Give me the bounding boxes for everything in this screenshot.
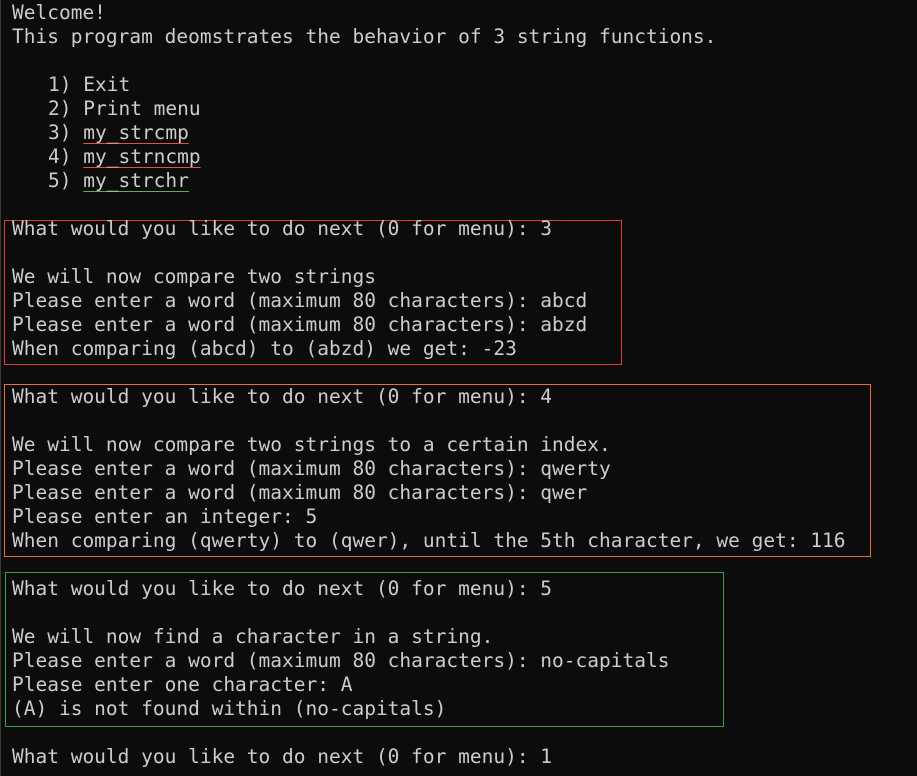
strncmp-prompt-line: What would you like to do next (0 for me…: [12, 385, 553, 408]
strchr-result-line: (A) is not found within (no-capitals): [12, 697, 447, 720]
menu-item-number: 4): [48, 145, 72, 168]
menu-item-my-strncmp: 4) my_strncmp: [48, 145, 201, 169]
program-description: This program deomstrates the behavior of…: [12, 25, 717, 48]
menu-item-my-strchr: 5) my_strchr: [48, 169, 189, 193]
strcmp-result-line: When comparing (abcd) to (abzd) we get: …: [12, 337, 517, 360]
strcmp-input-line-2: Please enter a word (maximum 80 characte…: [12, 313, 588, 336]
menu-item-my-strcmp: 3) my_strcmp: [48, 121, 189, 145]
welcome-text: Welcome!: [12, 1, 106, 24]
strchr-input-line: Please enter a word (maximum 80 characte…: [12, 649, 670, 672]
strchr-intro-line: We will now find a character in a string…: [12, 625, 494, 648]
strncmp-input-line-1: Please enter a word (maximum 80 characte…: [12, 457, 611, 480]
final-prompt-line: What would you like to do next (0 for me…: [12, 745, 553, 768]
strcmp-input-line-1: Please enter a word (maximum 80 characte…: [12, 289, 588, 312]
strcmp-prompt-line: What would you like to do next (0 for me…: [12, 217, 553, 240]
menu-item-number: 5): [48, 169, 72, 192]
strncmp-input-line-2: Please enter a word (maximum 80 characte…: [12, 481, 588, 504]
strcmp-intro-line: We will now compare two strings: [12, 265, 376, 288]
menu-item-number: 3): [48, 121, 72, 144]
menu-item-number: 1): [48, 73, 72, 96]
strncmp-intro-line: We will now compare two strings to a cer…: [12, 433, 611, 456]
menu-item-label: Exit: [83, 73, 131, 96]
menu-item-label: my_strncmp: [83, 145, 201, 168]
strncmp-integer-line: Please enter an integer: 5: [12, 505, 318, 528]
strchr-character-line: Please enter one character: A: [12, 673, 353, 696]
strchr-prompt-line: What would you like to do next (0 for me…: [12, 577, 553, 600]
menu-item-label: my_strchr: [83, 169, 189, 192]
menu-item-label: my_strcmp: [83, 121, 189, 144]
menu-item-number: 2): [48, 97, 72, 120]
menu-item-print-menu: 2) Print menu: [48, 97, 201, 121]
menu-item-label: Print menu: [83, 97, 201, 120]
terminal-window[interactable]: Welcome! This program deomstrates the be…: [0, 0, 917, 776]
menu-item-exit: 1) Exit: [48, 73, 130, 97]
strncmp-result-line: When comparing (qwerty) to (qwer), until…: [12, 529, 846, 552]
